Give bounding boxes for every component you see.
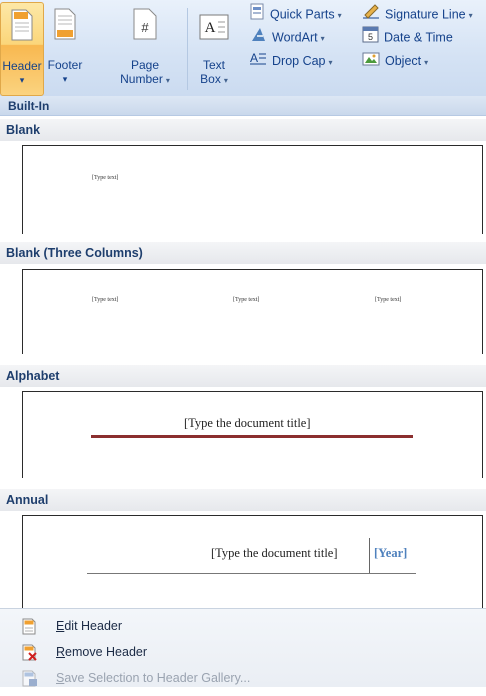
save-selection-icon <box>22 670 38 696</box>
gallery-item-blank[interactable]: [Type text] <box>22 145 483 234</box>
signature-line-label: Signature Line <box>385 7 466 22</box>
text-box-icon: A <box>199 14 229 43</box>
date-icon-glyph: 5 <box>368 32 373 42</box>
signature-line-caret-icon: ▾ <box>468 11 473 21</box>
edit-header-label: dit Header <box>64 619 123 633</box>
header-gallery: Built-In Blank [Type text] Blank (Three … <box>0 96 486 609</box>
signature-line-button[interactable]: Signature Line ▾ <box>362 3 473 25</box>
page-number-caret-icon: ▾ <box>165 76 170 85</box>
text-box-caret-icon: ▾ <box>223 76 228 85</box>
header-label: Header <box>2 59 42 73</box>
section-label-blank: Blank <box>0 119 486 141</box>
builtin-heading: Built-In <box>0 96 486 116</box>
quick-parts-caret-icon: ▾ <box>337 11 342 21</box>
drop-cap-icon: A <box>250 51 267 73</box>
year-placeholder: [Year] <box>374 546 408 560</box>
object-label: Object <box>385 54 422 68</box>
footer-button[interactable]: Footer ▾ <box>44 2 86 94</box>
remove-header-label: emove Header <box>65 645 148 659</box>
remove-header-mnemonic: R <box>56 645 66 659</box>
page-number-icon: # <box>132 8 158 43</box>
header-caret-icon: ▾ <box>19 75 25 85</box>
object-icon <box>362 50 380 73</box>
section-label-blank-three-columns: Blank (Three Columns) <box>0 242 486 264</box>
edit-header-menu-item[interactable]: Edit Header <box>0 613 486 639</box>
wordart-caret-icon: ▾ <box>320 34 325 44</box>
title-rule <box>91 435 413 438</box>
footer-caret-icon: ▾ <box>62 74 68 84</box>
quick-parts-label: Quick Parts <box>270 7 335 22</box>
wordart-button[interactable]: WordArt ▾ <box>250 26 325 48</box>
document-title-placeholder: [Type the document title] <box>184 416 311 430</box>
page-number-button[interactable]: # Page Number ▾ <box>112 2 178 94</box>
footer-label: Footer <box>47 58 83 72</box>
document-title-placeholder: [Type the document title] <box>211 546 338 560</box>
header-button[interactable]: Header ▾ <box>0 2 44 96</box>
text-box-label2: Box <box>200 72 221 86</box>
svg-text:A: A <box>250 51 258 65</box>
footer-icon <box>53 8 77 43</box>
quick-parts-icon <box>250 3 265 27</box>
calendar-icon: 5 <box>362 26 379 50</box>
wordart-icon <box>250 26 267 50</box>
gallery-item-blank-three-columns[interactable]: [Type text] [Type text] [Type text] <box>22 269 483 354</box>
drop-cap-button[interactable]: A Drop Cap ▾ <box>250 50 333 72</box>
save-selection-menu-item[interactable]: Save Selection to Header Gallery... <box>0 665 486 691</box>
page-number-label1: Page <box>130 58 160 72</box>
section-label-annual: Annual <box>0 489 486 511</box>
gallery-item-annual[interactable]: [Type the document title] [Year] <box>22 515 483 609</box>
placeholder-text: [Type text] <box>92 175 119 181</box>
drop-cap-label: Drop Cap <box>272 54 326 68</box>
year-divider <box>369 538 370 574</box>
header-icon <box>10 9 34 44</box>
ribbon-separator <box>187 8 188 90</box>
title-rule <box>87 573 416 574</box>
date-time-label: Date & Time <box>384 30 453 45</box>
text-box-label1: Text <box>202 58 225 72</box>
page-number-glyph: # <box>141 20 149 35</box>
placeholder-text-left: [Type text] <box>92 297 119 303</box>
placeholder-text-center: [Type text] <box>233 297 260 303</box>
drop-cap-caret-icon: ▾ <box>328 58 333 67</box>
page-number-label2: Number <box>120 72 163 86</box>
placeholder-text-right: [Type text] <box>375 297 402 303</box>
ribbon: Header ▾ Footer ▾ # Page Number ▾ A Text… <box>0 0 486 97</box>
object-button[interactable]: Object ▾ <box>362 50 428 72</box>
date-time-button[interactable]: 5 Date & Time <box>362 26 453 48</box>
remove-header-menu-item[interactable]: Remove Header <box>0 639 486 665</box>
text-box-button[interactable]: A Text Box ▾ <box>192 2 236 94</box>
object-caret-icon: ▾ <box>424 58 429 67</box>
signature-line-icon <box>362 3 380 27</box>
section-label-alphabet: Alphabet <box>0 365 486 387</box>
header-menu: Edit Header Remove Header Save Selection… <box>0 608 486 687</box>
quick-parts-button[interactable]: Quick Parts ▾ <box>250 3 342 25</box>
wordart-label: WordArt <box>272 30 318 45</box>
text-box-glyph: A <box>205 20 216 36</box>
gallery-item-alphabet[interactable]: [Type the document title] <box>22 391 483 478</box>
save-selection-label: ave Selection to Header Gallery... <box>64 671 251 685</box>
